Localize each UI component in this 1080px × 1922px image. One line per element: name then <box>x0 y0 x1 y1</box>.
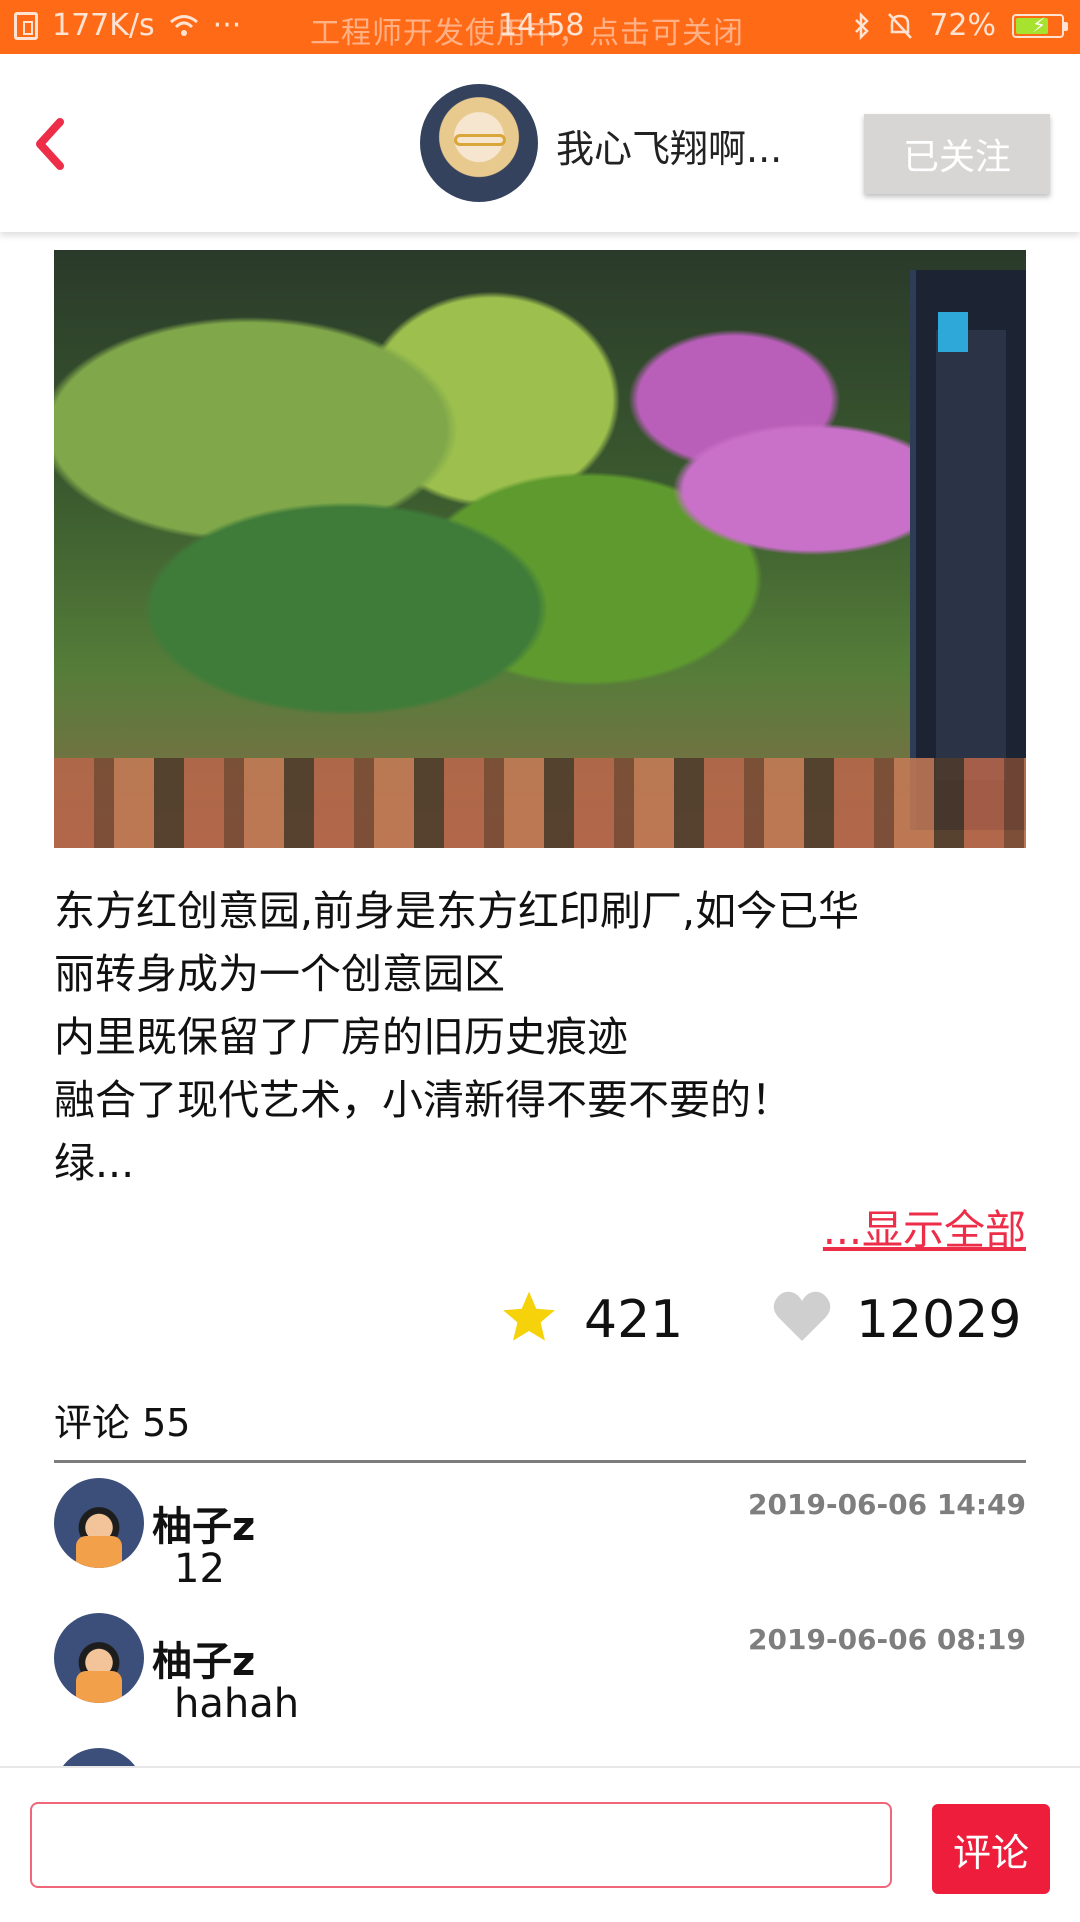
post-text-line: 绿... <box>54 1139 135 1187</box>
post-text-line: 丽转身成为一个创意园区 <box>54 950 505 998</box>
status-bar: 177K/s ··· 工程师开发使用中，点击可关闭 14:58 72% ⚡ <box>0 0 1080 54</box>
battery-icon: ⚡ <box>1012 12 1068 38</box>
post-text-line: 融合了现代艺术，小清新得不要不要的！ <box>54 1076 792 1124</box>
post-photo[interactable] <box>54 250 1026 848</box>
photo-door <box>910 270 1026 830</box>
comment-time: 2019-06-06 14:49 <box>748 1488 1026 1521</box>
show-all-link[interactable]: ...显示全部 <box>823 1196 1026 1256</box>
heart-icon[interactable] <box>772 1288 832 1344</box>
like-count: 12029 <box>856 1290 1022 1350</box>
clock: 14:58 <box>498 8 585 43</box>
commenter-avatar[interactable] <box>54 1478 144 1568</box>
bell-mute-icon <box>888 12 913 39</box>
comments-title: 评论 55 <box>54 1401 191 1445</box>
post-text: 东方红创意园,前身是东方红印刷厂,如今已华 丽转身成为一个创意园区 内里既保留了… <box>54 880 1026 1195</box>
comment-time: 2019-06-06 08:19 <box>748 1623 1026 1656</box>
post-text-line: 内里既保留了厂房的旧历史痕迹 <box>54 1013 628 1061</box>
status-left: 177K/s ··· <box>14 8 241 43</box>
comment-item: 柚子z 12 2019-06-06 14:49 <box>54 1478 1026 1598</box>
commenter-name[interactable]: 柚子z <box>152 1494 255 1552</box>
comment-input[interactable] <box>30 1802 892 1888</box>
comments-divider <box>54 1460 1026 1463</box>
author-avatar[interactable] <box>420 84 538 202</box>
status-right: 72% ⚡ <box>853 8 1068 43</box>
more-dots: ··· <box>212 8 242 43</box>
bluetooth-icon <box>855 11 870 40</box>
favorite-count: 421 <box>584 1290 684 1350</box>
photo-sign <box>938 312 968 352</box>
star-icon[interactable] <box>500 1288 558 1346</box>
sim-icon <box>14 11 38 40</box>
network-speed: 177K/s <box>52 8 155 43</box>
back-arrow-icon[interactable] <box>30 116 70 172</box>
post-text-line: 东方红创意园,前身是东方红印刷厂,如今已华 <box>54 887 860 935</box>
author-name[interactable]: 我心飞翔啊... <box>556 118 782 173</box>
comment-text: 12 <box>174 1546 225 1592</box>
comment-text: hahah <box>174 1681 300 1727</box>
post-header: 我心飞翔啊... 已关注 <box>0 54 1080 232</box>
avatar-glasses-detail <box>454 134 506 146</box>
photo-flower-pots <box>54 758 1026 848</box>
submit-comment-button[interactable]: 评论 <box>932 1804 1050 1894</box>
wifi-icon <box>169 14 198 36</box>
charging-icon: ⚡ <box>1032 12 1047 37</box>
battery-percent: 72% <box>929 8 996 43</box>
commenter-avatar[interactable] <box>54 1613 144 1703</box>
comment-composer: 评论 <box>0 1766 1080 1922</box>
commenter-name[interactable]: 柚子z <box>152 1629 255 1687</box>
follow-button[interactable]: 已关注 <box>864 114 1050 194</box>
comment-item: 柚子z hahah 2019-06-06 08:19 <box>54 1613 1026 1733</box>
